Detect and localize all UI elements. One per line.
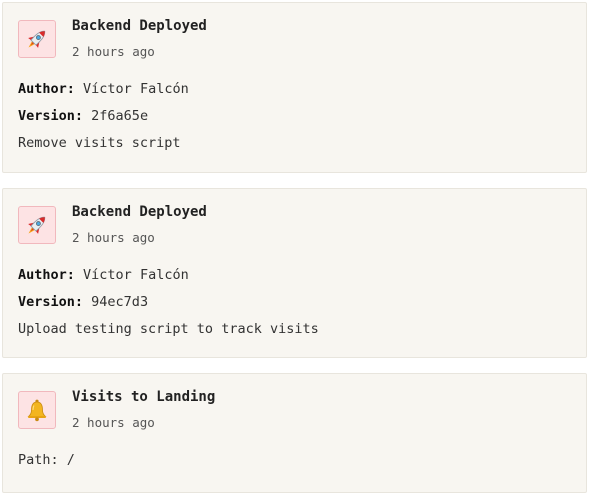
- version-label: Version:: [18, 294, 84, 310]
- event-icon-container: [18, 20, 56, 58]
- event-card[interactable]: Backend Deployed 2 hours ago Author: Víc…: [2, 188, 587, 358]
- version-value: 2f6a65e: [91, 108, 149, 124]
- event-title: Backend Deployed: [72, 204, 207, 220]
- event-title: Visits to Landing: [72, 389, 216, 405]
- path-value: /: [66, 452, 75, 468]
- event-message: Remove visits script: [18, 135, 181, 151]
- bell-icon: [27, 399, 47, 422]
- event-timestamp: 2 hours ago: [72, 415, 155, 430]
- author-value: Víctor Falcón: [83, 267, 189, 283]
- rocket-icon: [28, 30, 46, 48]
- event-icon-container: [18, 206, 56, 244]
- event-author: Author: Víctor Falcón: [18, 267, 189, 283]
- rocket-icon: [28, 216, 46, 234]
- author-value: Víctor Falcón: [83, 81, 189, 97]
- version-label: Version:: [18, 108, 84, 124]
- event-card[interactable]: Visits to Landing 2 hours ago Path: /: [2, 373, 587, 493]
- author-label: Author:: [18, 81, 75, 97]
- event-feed: Backend Deployed 2 hours ago Author: Víc…: [0, 0, 591, 493]
- path-label: Path:: [18, 452, 59, 468]
- event-timestamp: 2 hours ago: [72, 44, 155, 59]
- author-label: Author:: [18, 267, 75, 283]
- event-author: Author: Víctor Falcón: [18, 81, 189, 97]
- event-message: Upload testing script to track visits: [18, 321, 319, 337]
- event-card[interactable]: Backend Deployed 2 hours ago Author: Víc…: [2, 2, 587, 173]
- event-version: Version: 94ec7d3: [18, 294, 148, 310]
- version-value: 94ec7d3: [91, 294, 149, 310]
- event-title: Backend Deployed: [72, 18, 207, 34]
- event-timestamp: 2 hours ago: [72, 230, 155, 245]
- event-icon-container: [18, 391, 56, 429]
- event-path: Path: /: [18, 452, 75, 468]
- event-version: Version: 2f6a65e: [18, 108, 148, 124]
